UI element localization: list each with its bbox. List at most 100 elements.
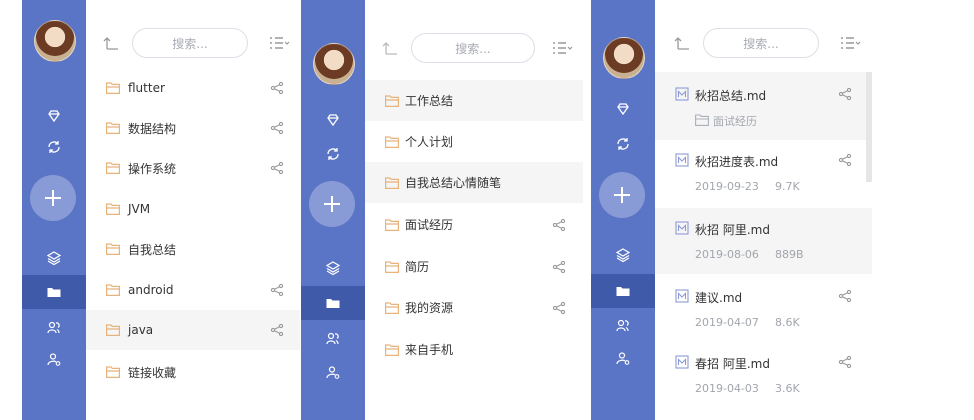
folder-icon[interactable]: [22, 280, 86, 304]
list-item[interactable]: 来自手机: [365, 329, 590, 370]
avatar[interactable]: [313, 43, 355, 85]
search-input[interactable]: 搜索...: [132, 28, 248, 58]
list-item[interactable]: JVM: [86, 189, 300, 229]
list-item-label: flutter: [128, 81, 165, 95]
share-icon[interactable]: [838, 153, 852, 167]
document-date: 2019-04-03: [695, 382, 759, 395]
sidebar: [301, 0, 365, 420]
add-button[interactable]: [599, 172, 645, 218]
folder-icon: [385, 94, 399, 107]
list-item-label: JVM: [128, 202, 151, 216]
sort-list-icon[interactable]: [551, 39, 573, 57]
user-group-icon[interactable]: [22, 315, 86, 339]
list-item-label: 自我总结: [128, 242, 177, 257]
list-item-label: 面试经历: [405, 218, 454, 232]
share-icon[interactable]: [270, 323, 284, 337]
list-item[interactable]: 工作总结: [365, 80, 583, 121]
list-item[interactable]: android: [86, 270, 300, 310]
share-icon[interactable]: [552, 218, 566, 232]
folder-icon: [106, 122, 120, 134]
list-item[interactable]: java: [86, 310, 300, 350]
share-icon[interactable]: [270, 161, 284, 175]
add-button[interactable]: [309, 181, 355, 227]
share-icon[interactable]: [270, 121, 284, 135]
back-icon[interactable]: [673, 34, 691, 52]
list-item-label: 工作总结: [405, 94, 454, 108]
app-panel-2: 搜索... 工作总结 个人计划 自我总结心情随笔 面试经历 简历 我的资源 来自…: [301, 0, 590, 420]
folder-icon: [106, 162, 120, 174]
share-icon[interactable]: [838, 289, 852, 303]
document-name: 建议.md: [695, 291, 743, 305]
list-item[interactable]: 个人计划: [365, 121, 590, 162]
list-item[interactable]: 自我总结: [86, 229, 300, 269]
folder-icon[interactable]: [301, 291, 365, 315]
sidebar: [22, 0, 86, 420]
folder-list-panel: 搜索... 工作总结 个人计划 自我总结心情随笔 面试经历 简历 我的资源 来自…: [365, 0, 590, 420]
document-date: 2019-08-06: [695, 248, 759, 261]
avatar[interactable]: [603, 37, 645, 79]
share-icon[interactable]: [552, 260, 566, 274]
gem-icon[interactable]: [301, 108, 365, 132]
folder-icon[interactable]: [591, 279, 655, 303]
search-input[interactable]: 搜索...: [703, 28, 819, 58]
list-item[interactable]: 操作系统: [86, 148, 300, 188]
markdown-file-icon: [675, 289, 689, 303]
sync-icon[interactable]: [301, 142, 365, 166]
folder-icon: [106, 243, 120, 255]
markdown-file-icon: [675, 153, 689, 167]
gem-icon[interactable]: [591, 97, 655, 121]
search-input[interactable]: 搜索...: [411, 33, 535, 63]
share-icon[interactable]: [270, 283, 284, 297]
document-item[interactable]: 建议.md 2019-04-07 8.6K: [655, 274, 872, 340]
user-settings-icon[interactable]: [591, 346, 655, 370]
user-group-icon[interactable]: [301, 326, 365, 350]
folder-icon: [385, 301, 399, 314]
list-item[interactable]: 面试经历: [365, 204, 590, 245]
add-button[interactable]: [30, 175, 76, 221]
back-icon[interactable]: [102, 34, 120, 52]
list-item-label: android: [128, 283, 174, 297]
user-settings-icon[interactable]: [22, 347, 86, 371]
user-group-icon[interactable]: [591, 313, 655, 337]
share-icon[interactable]: [270, 81, 284, 95]
document-folder: 面试经历: [713, 115, 757, 128]
layers-icon[interactable]: [22, 246, 86, 270]
layers-icon[interactable]: [591, 243, 655, 267]
list-item[interactable]: 数据结构: [86, 108, 300, 148]
document-item[interactable]: 春招 阿里.md 2019-04-03 3.6K: [655, 340, 872, 408]
sort-list-icon[interactable]: [268, 34, 290, 52]
list-item-label: 操作系统: [128, 161, 177, 176]
sync-icon[interactable]: [591, 132, 655, 156]
back-icon[interactable]: [381, 39, 399, 57]
folder-list-panel: 搜索... flutter 数据结构 操作系统 JVM 自我总结 android…: [86, 0, 300, 420]
share-icon[interactable]: [552, 301, 566, 315]
document-size: 8.6K: [775, 316, 800, 329]
list-item[interactable]: flutter: [86, 68, 300, 108]
list-item-label: 数据结构: [128, 121, 177, 136]
document-item[interactable]: 秋招 阿里.md 2019-08-06 889B: [655, 208, 872, 274]
document-item[interactable]: 秋招进度表.md 2019-09-23 9.7K: [655, 140, 872, 208]
toolbar: 搜索...: [86, 20, 300, 66]
avatar[interactable]: [34, 20, 76, 62]
markdown-file-icon: [675, 87, 689, 101]
sort-list-icon[interactable]: [839, 34, 861, 52]
list-item[interactable]: 自我总结心情随笔: [365, 162, 583, 203]
share-icon[interactable]: [838, 87, 852, 101]
document-list-panel: 搜索... 秋招总结.md 面试经历 秋招进度表.md 2019-09-23 9…: [655, 0, 872, 420]
sync-icon[interactable]: [22, 135, 86, 159]
list-item-label: 简历: [405, 260, 430, 274]
share-icon[interactable]: [838, 355, 852, 369]
folder-icon: [385, 218, 399, 231]
list-item[interactable]: 我的资源: [365, 287, 590, 328]
document-item[interactable]: 秋招总结.md 面试经历: [655, 72, 866, 140]
list-item[interactable]: 链接收藏: [86, 352, 300, 392]
markdown-file-icon: [675, 355, 689, 369]
gem-icon[interactable]: [22, 104, 86, 128]
document-size: 889B: [775, 248, 804, 261]
layers-icon[interactable]: [301, 256, 365, 280]
user-settings-icon[interactable]: [301, 360, 365, 384]
sidebar: [591, 0, 655, 420]
list-item[interactable]: 简历: [365, 246, 590, 287]
toolbar: 搜索...: [655, 20, 872, 66]
add-icon: [324, 196, 340, 212]
